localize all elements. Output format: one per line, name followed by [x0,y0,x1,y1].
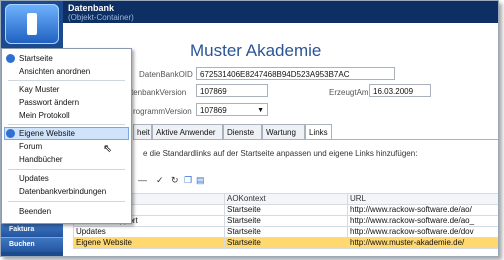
cell-url: http://www.rackow-software.de/ao_ [347,215,498,227]
app-window: Datenbank (Objekt-Container) Faktura Buc… [0,0,499,257]
paste-icon[interactable]: ▤ [196,174,205,186]
menu-separator [8,80,125,81]
tab-divider [133,139,498,140]
tab-dienste[interactable]: Dienste [223,124,262,139]
tab-links[interactable]: Links [305,124,332,140]
mouse-cursor-icon: ⇖ [103,143,113,155]
menu-item-ansichten-anordnen[interactable]: Ansichten anordnen [19,67,90,76]
app-logo-icon [27,13,37,35]
globe-icon [6,129,15,138]
home-icon [6,54,15,63]
table-row[interactable]: Hilfe und Support Startseite http://www.… [73,215,498,227]
cell-name: Updates [73,226,225,238]
tab-wartung[interactable]: Wartung [262,124,305,139]
title-bar: Datenbank (Objekt-Container) [63,1,498,23]
table-header-row: AOKontext URL [73,193,498,205]
cell-url: http://www.muster-akademie.de/ [347,237,498,249]
side-nav-faktura[interactable]: Faktura [1,222,63,237]
table-row[interactable]: Updates Startseite http://www.rackow-sof… [73,226,498,238]
window-title: Datenbank [68,3,115,13]
created-label: ErzeugtAm [329,88,369,97]
db-oid-field[interactable]: 672531406E8247468B94D523A953B7AC [196,67,395,80]
cell-url: http://www.rackow-software.de/dov [347,226,498,238]
menu-separator [8,201,125,202]
prog-version-label: rogrammVersion [133,107,192,116]
window-subtitle: (Objekt-Container) [68,13,134,22]
menu-item-handbuecher[interactable]: Handbücher [19,155,63,164]
cell-aokontext: Startseite [224,215,348,227]
menu-separator [8,169,125,170]
page-title: Muster Akademie [190,41,322,60]
col-header-aokontext[interactable]: AOKontext [224,193,348,205]
tab-uebersicht[interactable]: heit [133,124,152,139]
created-field[interactable]: 16.03.2009 [369,84,431,97]
db-version-field[interactable]: 107869 [196,84,268,97]
prog-version-select[interactable]: 107869 ▼ [196,103,268,116]
links-table: AOKontext URL Startseite http://www.rack… [73,193,498,249]
app-popup-menu: Startseite Ansichten anordnen Kay Muster… [1,48,132,224]
refresh-icon[interactable]: ↻ [171,174,179,186]
cell-name: Eigene Website [73,237,225,249]
menu-item-startseite[interactable]: Startseite [19,54,53,63]
cell-aokontext: Startseite [224,237,348,249]
menu-item-user[interactable]: Kay Muster [19,85,59,94]
check-icon[interactable]: ✓ [156,174,164,186]
menu-item-forum[interactable]: Forum [19,142,42,151]
prog-version-value: 107869 [200,106,227,115]
remove-icon[interactable]: — [138,174,147,186]
cell-url: http://www.rackow-software.de/ao/ [347,204,498,216]
menu-item-beenden[interactable]: Beenden [19,207,51,216]
cell-aokontext: Startseite [224,204,348,216]
db-oid-label: DatenBankOID [139,70,193,79]
side-nav: Faktura Buchen [1,222,63,252]
copy-icon[interactable]: ❐ [184,174,192,186]
app-menu-button[interactable] [5,4,59,44]
links-hint: e die Standardlinks auf der Startseite a… [143,149,418,158]
table-row-selected[interactable]: Eigene Website Startseite http://www.mus… [73,237,498,249]
menu-separator [8,124,125,125]
tab-aktive-anwender[interactable]: Aktive Anwender [152,124,223,139]
chevron-down-icon: ▼ [257,107,264,114]
menu-item-datenbankverbindungen[interactable]: Datenbankverbindungen [19,187,106,196]
table-row[interactable]: Startseite http://www.rackow-software.de… [73,204,498,216]
menu-item-mein-protokoll[interactable]: Mein Protokoll [19,111,70,120]
menu-item-updates[interactable]: Updates [19,174,49,183]
menu-item-passwort-aendern[interactable]: Passwort ändern [19,98,79,107]
col-header-url[interactable]: URL [347,193,498,205]
db-version-label: tenbankVersion [131,88,187,97]
side-nav-buchen[interactable]: Buchen [1,237,63,252]
menu-item-eigene-website[interactable]: Eigene Website [19,129,75,138]
cell-aokontext: Startseite [224,226,348,238]
